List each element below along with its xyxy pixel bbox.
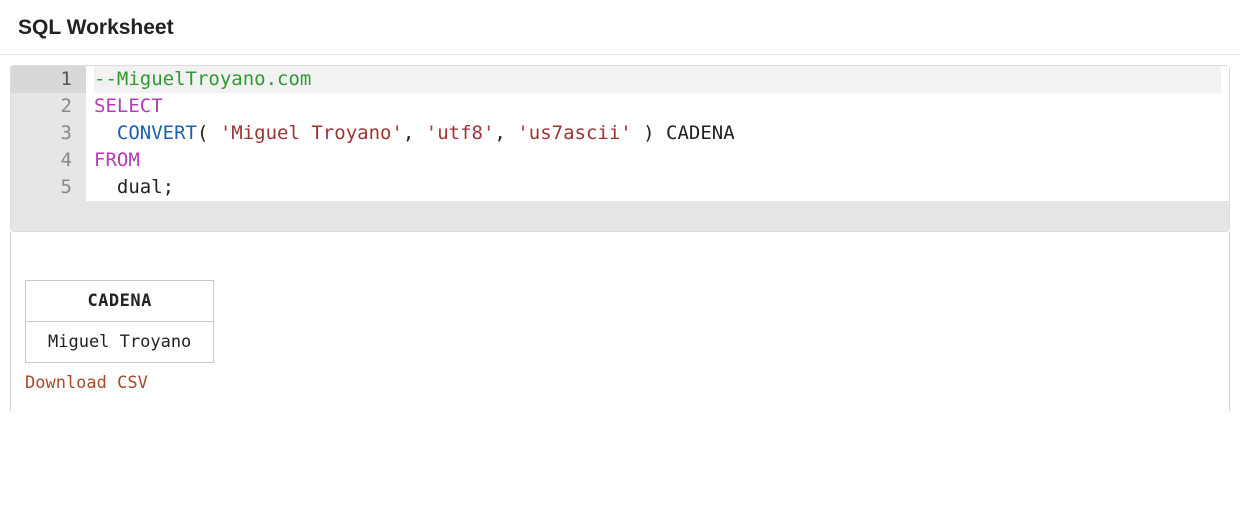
token-plain: , [494,122,517,144]
token-plain: dual; [94,176,174,198]
column-header: CADENA [26,281,214,322]
table-row: Miguel Troyano [26,322,214,363]
page-title: SQL Worksheet [18,16,1222,40]
line-number: 2 [11,93,86,120]
token-plain [94,122,117,144]
line-number: 4 [11,147,86,174]
sql-editor[interactable]: 12345 --MiguelTroyano.com SELECT CONVERT(… [11,66,1229,201]
line-gutter: 12345 [11,66,86,201]
code-area[interactable]: --MiguelTroyano.com SELECT CONVERT( 'Migu… [86,66,1229,201]
results-panel: CADENA Miguel Troyano Download CSV [10,232,1230,411]
worksheet-header: SQL Worksheet [0,0,1240,55]
table-cell: Miguel Troyano [26,322,214,363]
download-csv-link[interactable]: Download CSV [25,373,148,393]
token-fn: CONVERT [117,122,197,144]
token-str: 'Miguel Troyano' [220,122,403,144]
code-line[interactable]: dual; [94,174,1221,201]
sql-editor-panel: 12345 --MiguelTroyano.com SELECT CONVERT(… [10,65,1230,232]
code-line[interactable]: FROM [94,147,1221,174]
line-number: 5 [11,174,86,201]
line-number: 3 [11,120,86,147]
token-plain: ( [197,122,220,144]
results-table: CADENA Miguel Troyano [25,280,214,363]
token-kw: SELECT [94,95,163,117]
line-number: 1 [11,66,86,93]
token-str: 'us7ascii' [517,122,631,144]
token-comment: --MiguelTroyano.com [94,68,311,90]
token-str: 'utf8' [426,122,495,144]
token-plain: ) CADENA [632,122,735,144]
token-kw: FROM [94,149,140,171]
code-line[interactable]: SELECT [94,93,1221,120]
code-line[interactable]: --MiguelTroyano.com [94,66,1221,93]
token-plain: , [403,122,426,144]
code-line[interactable]: CONVERT( 'Miguel Troyano', 'utf8', 'us7a… [94,120,1221,147]
